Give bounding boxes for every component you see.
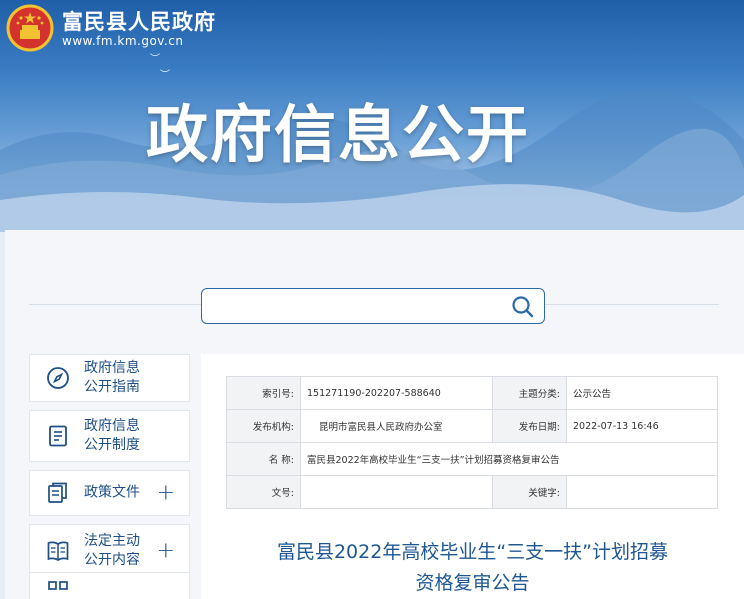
book-icon xyxy=(47,541,69,562)
banner-title: 政府信息公开 xyxy=(146,98,531,171)
expand-plus-icon[interactable]: + xyxy=(157,481,175,506)
sidebar-item-label: 法定主动 公开内容 xyxy=(84,533,140,568)
sidebar-item-statutory-content[interactable]: 法定主动 公开内容 + xyxy=(29,524,190,578)
name-value: 富民县2022年高校毕业生“三支一扶”计划招募资格复审公告 xyxy=(300,442,718,476)
main-panel: 政府信息 公开指南 政府信息 公开制度 政策文件 + 法定主动 公开内容 + 索… xyxy=(5,230,744,599)
files-icon xyxy=(48,482,67,503)
expand-plus-icon[interactable]: + xyxy=(157,539,175,564)
docno-label: 文号: xyxy=(226,475,301,509)
sidebar-item-label: 政府信息 公开制度 xyxy=(84,418,140,453)
table-row: 发布机构: 昆明市富民县人民政府办公室 发布日期: 2022-07-13 16:… xyxy=(226,409,718,443)
header-banner: 富民县人民政府 www.fm.km.gov.cn ︶ ︶ 政府信息公开 xyxy=(0,0,744,232)
date-label: 发布日期: xyxy=(492,409,567,443)
docno-value xyxy=(300,475,493,509)
publisher-value: 昆明市富民县人民政府办公室 xyxy=(300,409,493,443)
category-value: 公示公告 xyxy=(566,376,718,410)
sidebar-item-policy-documents[interactable]: 政策文件 + xyxy=(29,470,190,516)
article-title-line: 资格复审公告 xyxy=(415,572,530,594)
bird-icon: ︶ xyxy=(150,54,160,65)
keyword-value xyxy=(566,475,718,509)
sidebar-item-label: 政策文件 xyxy=(84,484,140,501)
national-emblem-icon xyxy=(6,4,54,52)
index-label: 索引号: xyxy=(226,376,301,410)
search-input[interactable] xyxy=(212,289,502,321)
search-box xyxy=(201,288,545,324)
sidebar-item-disclosure-rules[interactable]: 政府信息 公开制度 xyxy=(29,410,190,462)
content-area: 索引号: 151271190-202207-588640 主题分类: 公示公告 … xyxy=(201,354,744,599)
bird-icon: ︶ xyxy=(160,70,170,81)
sidebar-item-label: 政府信息 公开指南 xyxy=(84,360,140,395)
article-title: 富民县2022年高校毕业生“三支一扶”计划招募 资格复审公告 xyxy=(201,537,744,599)
publisher-label: 发布机构: xyxy=(226,409,301,443)
table-row: 文号: 关键字: xyxy=(226,475,718,509)
compass-icon xyxy=(47,367,69,389)
table-row: 名 称: 富民县2022年高校毕业生“三支一扶”计划招募资格复审公告 xyxy=(226,442,718,476)
search-icon[interactable] xyxy=(510,294,536,320)
site-name[interactable]: 富民县人民政府 xyxy=(62,6,216,36)
keyword-label: 关键字: xyxy=(492,475,567,509)
date-value: 2022-07-13 16:46 xyxy=(566,409,718,443)
name-label: 名 称: xyxy=(226,442,301,476)
article-title-line: 富民县2022年高校毕业生“三支一扶”计划招募 xyxy=(276,541,669,563)
document-icon xyxy=(49,425,67,447)
sidebar-item-next[interactable] xyxy=(29,572,190,599)
category-label: 主题分类: xyxy=(492,376,567,410)
site-url[interactable]: www.fm.km.gov.cn xyxy=(62,34,183,48)
grid-icon xyxy=(48,581,68,590)
document-meta-table: 索引号: 151271190-202207-588640 主题分类: 公示公告 … xyxy=(226,376,718,509)
sidebar-item-disclosure-guide[interactable]: 政府信息 公开指南 xyxy=(29,354,190,402)
table-row: 索引号: 151271190-202207-588640 主题分类: 公示公告 xyxy=(226,376,718,410)
index-value: 151271190-202207-588640 xyxy=(300,376,493,410)
